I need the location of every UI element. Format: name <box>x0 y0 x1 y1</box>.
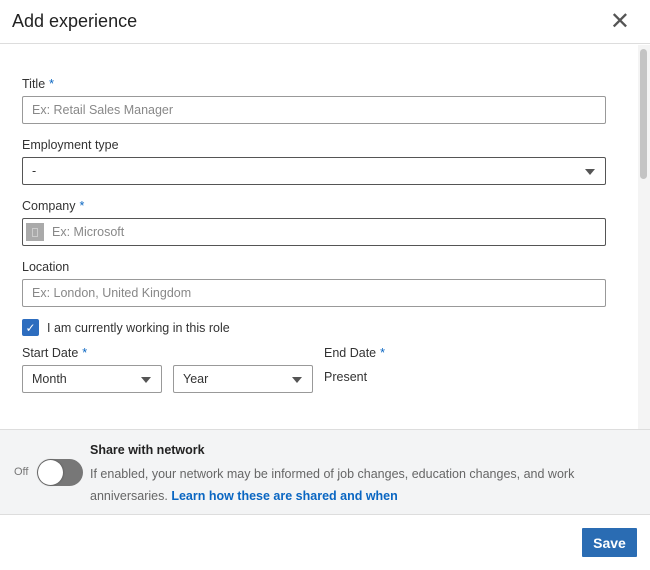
employment-type-select[interactable]: - <box>22 157 606 185</box>
company-label: Company <box>22 199 76 213</box>
start-year-select[interactable]: Year <box>173 365 313 393</box>
required-marker: * <box>82 346 88 360</box>
company-input[interactable]: Ex: Microsoft <box>22 218 606 246</box>
required-marker: * <box>79 199 85 213</box>
end-date-value: Present <box>324 370 368 384</box>
checkmark-icon[interactable]: ✓ <box>22 319 39 336</box>
share-with-network-section: Off Share with network If enabled, your … <box>0 429 650 515</box>
company-placeholder: Ex: Microsoft <box>52 225 125 239</box>
chevron-down-icon <box>292 377 302 383</box>
location-label: Location <box>22 260 70 274</box>
dialog-header: Add experience ✕ <box>0 0 650 44</box>
title-input[interactable]: Ex: Retail Sales Manager <box>22 96 606 124</box>
scrollbar-thumb[interactable] <box>640 49 647 179</box>
toggle-knob[interactable] <box>38 460 63 485</box>
dialog-title: Add experience <box>12 11 138 31</box>
scrollbar[interactable] <box>638 45 650 429</box>
start-month-select[interactable]: Month <box>22 365 162 393</box>
chevron-down-icon <box>141 377 151 383</box>
company-logo-icon <box>26 223 44 241</box>
employment-type-value: - <box>32 164 37 178</box>
toggle-state-label: Off <box>14 466 29 478</box>
experience-form: Title * Ex: Retail Sales Manager Employme… <box>0 45 638 429</box>
end-date-label: End Date <box>324 346 377 360</box>
share-title: Share with network <box>90 443 205 457</box>
required-marker: * <box>380 346 385 360</box>
save-button[interactable]: Save <box>582 528 637 557</box>
start-date-label: Start Date <box>22 346 79 360</box>
current-role-checkbox[interactable]: ✓ I am currently working in this role <box>22 319 606 336</box>
chevron-down-icon <box>585 169 595 175</box>
employment-type-label: Employment type <box>22 138 119 152</box>
required-marker: * <box>49 77 55 91</box>
close-icon[interactable]: ✕ <box>610 9 630 34</box>
start-month-value: Month <box>32 372 67 386</box>
start-year-value: Year <box>183 372 209 386</box>
location-input[interactable]: Ex: London, United Kingdom <box>22 279 606 307</box>
title-label: Title <box>22 77 46 91</box>
share-toggle[interactable] <box>37 459 83 486</box>
learn-more-link[interactable]: Learn how these are shared and when <box>171 489 397 503</box>
current-role-label: I am currently working in this role <box>47 320 230 335</box>
